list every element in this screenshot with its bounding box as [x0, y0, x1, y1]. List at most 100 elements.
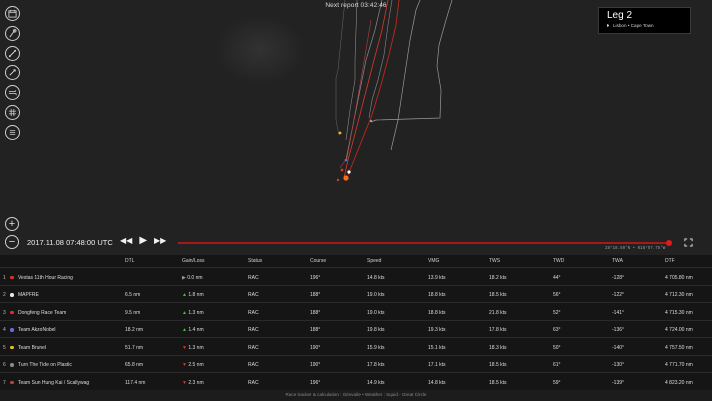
speed-value: 19.0 kts	[367, 292, 385, 298]
gain-value: ▶ 0.0 nm	[182, 275, 203, 281]
twd-value: 61°	[553, 362, 561, 368]
boat-tracks	[335, 0, 453, 182]
tws-value: 18.5 kts	[489, 362, 507, 368]
dtl-value: 65.8 nm	[125, 362, 144, 368]
dtl-value: 9.5 nm	[125, 309, 141, 316]
twd-value: 44°	[553, 274, 561, 281]
fullscreen-icon[interactable]	[684, 238, 693, 247]
header-speed[interactable]: Speed	[367, 258, 381, 264]
table-row[interactable]: 7 Team Sun Hung Kai / Scallywag 117.4 nm ▼ …	[0, 372, 712, 390]
zoom-controls: + −	[5, 217, 19, 253]
playback-date: 2017.11.08 07:48:00 UTC	[27, 238, 113, 247]
header-twd[interactable]: TWD	[553, 258, 564, 264]
table-row[interactable]: 2 MAPFRE 6.5 nm ▲ 1.8 nm RAC 188° 19.0 kts 18.8…	[0, 284, 712, 303]
course-value: 188°	[310, 309, 321, 316]
play-button[interactable]: ▶	[139, 236, 147, 246]
dtl-value: 117.4 nm	[125, 379, 146, 386]
play-small-icon	[607, 24, 610, 27]
timeline-handle[interactable]	[666, 239, 672, 246]
gain-value: ▼ 1.3 nm	[182, 345, 204, 351]
dtf-value: 4 771.70 nm	[665, 362, 693, 368]
header-status[interactable]: Status	[248, 258, 262, 264]
wind-icon[interactable]	[5, 85, 20, 101]
table-row[interactable]: 6 Turn The Tide on Plastic 65.8 nm ▼ 2.5 nm…	[0, 354, 712, 373]
footer-credits: Race tracker & calculation : Géovoile • …	[285, 392, 427, 397]
team-color-dot	[10, 363, 14, 367]
leg-title: Leg 2	[607, 10, 633, 21]
rank: 6	[3, 362, 6, 368]
twa-value: -139°	[612, 379, 625, 386]
team-color-dot	[10, 328, 14, 332]
gain-value: ▲ 1.8 nm	[182, 292, 204, 298]
grid-icon[interactable]	[5, 104, 20, 120]
gain-value: ▼ 2.3 nm	[182, 380, 204, 386]
twd-value: 59°	[553, 379, 561, 386]
vmg-value: 18.8 kts	[428, 309, 446, 316]
speed-value: 19.0 kts	[367, 309, 385, 316]
status-value: RAC	[248, 344, 259, 351]
vmg-value: 18.8 kts	[428, 292, 446, 298]
gain-amount: 0.0 nm	[187, 274, 203, 281]
speed-value: 17.8 kts	[367, 362, 385, 368]
route-icon[interactable]	[5, 45, 20, 61]
team-name: MAPFRE	[18, 292, 39, 298]
status-value: RAC	[248, 292, 259, 298]
forward-button[interactable]: ▶▶	[154, 236, 166, 246]
playback-controls: ◀◀ ▶ ▶▶	[120, 236, 166, 246]
header-gain[interactable]: Gain/Loss	[182, 258, 205, 264]
course-value: 188°	[310, 327, 321, 333]
zoom-in-button[interactable]: +	[5, 217, 19, 231]
marker-icon[interactable]	[5, 25, 20, 41]
twd-value: 50°	[553, 344, 561, 351]
tws-value: 18.2 kts	[489, 274, 507, 281]
arrow-up-icon: ▲	[182, 327, 187, 333]
course-value: 196°	[310, 274, 321, 281]
header-tws[interactable]: TWS	[489, 258, 500, 264]
leg-info-panel[interactable]: Leg 2 Lisbon • Cape Town	[598, 7, 691, 34]
gain-amount: 1.8 nm	[188, 292, 204, 298]
header-dtl[interactable]: DTL	[125, 258, 134, 264]
rewind-button[interactable]: ◀◀	[120, 236, 132, 246]
zoom-out-button[interactable]: −	[5, 235, 19, 249]
table-row[interactable]: 3 Dongfeng Race Team 9.5 nm ▲ 1.3 nm RAC 188°…	[0, 302, 712, 320]
team-color-dot	[10, 380, 14, 384]
tws-value: 18.5 kts	[489, 292, 507, 298]
table-row[interactable]: 4 Team AkzoNobel 18.2 nm ▲ 1.4 nm RAC 188° 19.…	[0, 319, 712, 338]
team-color-dot	[10, 345, 14, 349]
tws-value: 18.5 kts	[489, 379, 507, 386]
team-color-dot	[10, 310, 14, 314]
dtf-value: 4 705.80 nm	[665, 274, 693, 281]
header-vmg[interactable]: VMG	[428, 258, 439, 264]
dtl-value: 6.5 nm	[125, 292, 141, 298]
twa-value: -140°	[612, 344, 625, 351]
rank: 7	[3, 379, 6, 386]
race-map[interactable]: Next report 03:42:46	[0, 0, 712, 255]
layers-icon[interactable]	[5, 124, 20, 140]
speed-value: 15.9 kts	[367, 344, 385, 351]
table-row[interactable]: 1 Vestas 11th Hour Racing ▶ 0.0 nm RAC 196° 1…	[0, 267, 712, 285]
speed-value: 19.8 kts	[367, 327, 385, 333]
calendar-icon[interactable]	[5, 6, 20, 21]
vmg-value: 14.8 kts	[428, 379, 446, 386]
rank: 4	[3, 327, 6, 333]
tws-value: 17.8 kts	[489, 327, 507, 333]
status-value: RAC	[248, 327, 259, 333]
ranking-table: DTL Gain/Loss Status Course Speed VMG TW…	[0, 255, 712, 390]
timeline-track[interactable]	[178, 242, 669, 244]
arrow-right-icon: ▶	[182, 274, 186, 281]
arrow-down-icon: ▼	[182, 362, 187, 368]
table-row[interactable]: 5 Team Brunel 51.7 nm ▼ 1.3 nm RAC 190° 15.9 k…	[0, 337, 712, 355]
gain-amount: 1.3 nm	[188, 309, 204, 316]
speed-value: 14.8 kts	[367, 274, 385, 281]
gain-amount: 2.3 nm	[188, 379, 204, 386]
header-course[interactable]: Course	[310, 258, 326, 264]
status-value: RAC	[248, 362, 259, 368]
rank: 5	[3, 344, 6, 351]
compass-icon[interactable]	[5, 65, 20, 81]
vmg-value: 15.1 kts	[428, 344, 446, 351]
cursor-coordinates: 28°18.59'N • 018°57.75'W	[605, 247, 666, 251]
dtf-value: 4 715.30 nm	[665, 309, 693, 316]
header-dtf[interactable]: DTF	[665, 258, 675, 264]
team-name: Team Sun Hung Kai / Scallywag	[18, 379, 90, 386]
header-twa[interactable]: TWA	[612, 258, 623, 264]
